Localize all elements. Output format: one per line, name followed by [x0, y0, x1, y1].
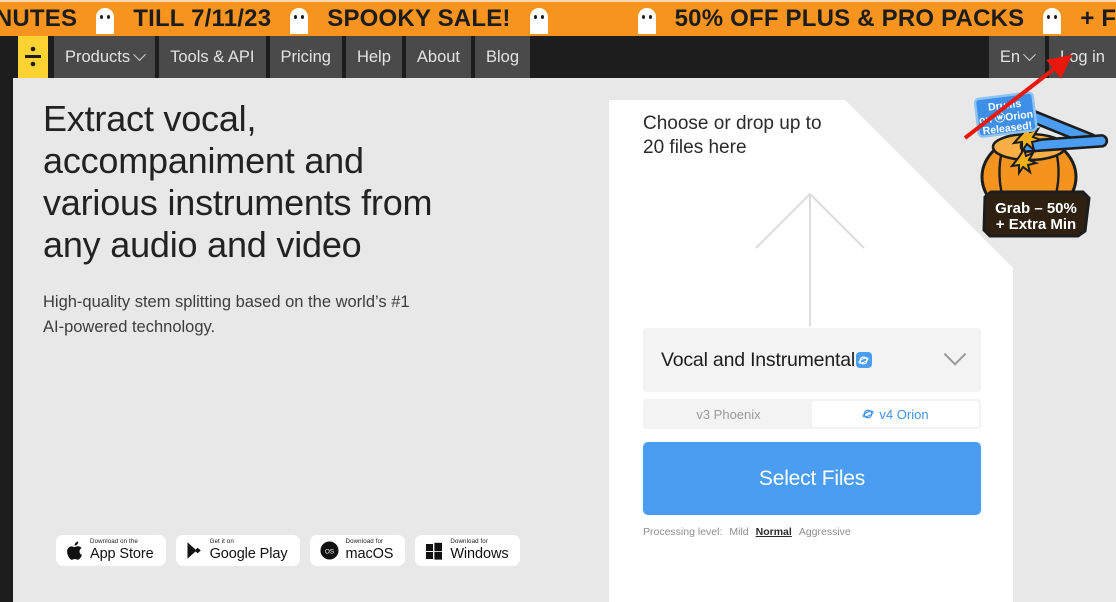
upload-card[interactable]: Choose or drop up to 20 files here Vocal… — [609, 100, 1013, 602]
nav-item-products[interactable]: Products — [54, 36, 156, 78]
page-title: Extract vocal, accompaniment and various… — [43, 98, 433, 265]
sticker-ribbon-line-1: Grab – 50% — [995, 200, 1077, 217]
stem-select[interactable]: Vocal and Instrumental — [643, 328, 981, 392]
dropzone-label: Choose or drop up to 20 files here — [643, 113, 822, 158]
orion-planet-icon — [855, 352, 872, 368]
promo-text-3: 50% OFF PLUS & PRO PACKS — [674, 5, 1025, 32]
halloween-promo-sticker[interactable]: Drums on ⓦOrion Released! Grab – 50% + E… — [963, 85, 1113, 245]
app-store-badge-small: Download on the — [90, 538, 138, 546]
page-body: Extract vocal, accompaniment and various… — [0, 78, 1116, 602]
app-store-badge[interactable]: Download on the App Store — [56, 535, 166, 566]
macos-badge-small: Download for — [345, 538, 384, 546]
nav-item-pricing[interactable]: Pricing — [269, 36, 342, 78]
nav-item-products-label: Products — [65, 47, 131, 66]
processing-option-aggressive[interactable]: Aggressive — [799, 526, 851, 538]
nav-right-group: En Log in — [985, 36, 1116, 78]
windows-badge-small: Download for — [450, 538, 489, 546]
google-play-badge-small: Get it on — [209, 538, 234, 546]
nav-item-about[interactable]: About — [405, 36, 472, 78]
nav-item-blog[interactable]: Blog — [475, 36, 531, 78]
sticker-ribbon-line-2: + Extra Min — [996, 216, 1076, 233]
macos-badge-label: macOS — [345, 546, 394, 563]
ghost-icon — [290, 7, 309, 34]
promo-banner[interactable]: INUTES TILL 7/11/23 SPOOKY SALE! 50% OFF… — [0, 0, 1116, 36]
main-navbar: Products Tools & API Pricing Help About … — [0, 36, 1116, 78]
hero-section: Extract vocal, accompaniment and various… — [43, 98, 563, 340]
google-play-icon — [186, 541, 203, 560]
version-tab-v3[interactable]: v3 Phoenix — [645, 401, 812, 427]
store-badges: Download on the App Store Get it on Goog… — [56, 535, 521, 566]
windows-badge[interactable]: Download for Windows — [415, 535, 521, 566]
nav-items: Products Tools & API Pricing Help About … — [54, 36, 534, 78]
ghost-icon — [637, 7, 656, 34]
nav-item-help[interactable]: Help — [345, 36, 402, 78]
page-root: INUTES TILL 7/11/23 SPOOKY SALE! 50% OFF… — [0, 0, 1116, 602]
ghost-icon — [529, 7, 548, 34]
processing-level: Processing level: Mild Normal Aggressive — [643, 526, 981, 538]
processing-level-label: Processing level: — [643, 526, 723, 538]
promo-banner-strip: INUTES TILL 7/11/23 SPOOKY SALE! 50% OFF… — [0, 5, 1116, 34]
upload-arrow-icon — [755, 192, 865, 326]
select-files-button[interactable]: Select Files — [643, 442, 981, 515]
language-selector[interactable]: En — [988, 36, 1046, 78]
chevron-down-icon — [943, 343, 967, 366]
processing-option-normal[interactable]: Normal — [756, 526, 792, 538]
windows-icon — [425, 542, 443, 560]
upload-controls: Vocal and Instrumental v3 Phoenix v4 Ori… — [643, 328, 981, 538]
version-tabs: v3 Phoenix v4 Orion — [643, 399, 981, 429]
windows-badge-label: Windows — [450, 546, 509, 563]
macos-badge[interactable]: OS Download for macOS — [309, 535, 406, 566]
google-play-badge[interactable]: Get it on Google Play — [175, 535, 300, 566]
hero-subtitle: High-quality stem splitting based on the… — [43, 293, 410, 336]
language-selector-label: En — [999, 47, 1021, 66]
ghost-icon — [96, 7, 115, 34]
chevron-down-icon — [133, 47, 146, 61]
promo-text-4: + FREE EXT — [1080, 5, 1116, 32]
macos-icon: OS — [320, 541, 339, 560]
google-play-badge-label: Google Play — [209, 546, 288, 563]
nav-item-tools-api[interactable]: Tools & API — [159, 36, 266, 78]
promo-text-1: TILL 7/11/23 — [133, 5, 272, 32]
version-tab-v4[interactable]: v4 Orion — [812, 401, 979, 427]
svg-text:OS: OS — [324, 548, 333, 555]
processing-option-mild[interactable]: Mild — [729, 526, 748, 538]
orion-planet-icon — [862, 407, 874, 422]
login-button[interactable]: Log in — [1049, 36, 1116, 78]
stem-select-value: Vocal and Instrumental — [661, 348, 855, 371]
chevron-down-icon — [1023, 47, 1036, 61]
apple-icon — [66, 541, 83, 561]
promo-text-2: SPOOKY SALE! — [327, 5, 511, 32]
app-store-badge-label: App Store — [90, 546, 154, 563]
promo-text-0: INUTES — [0, 5, 78, 32]
ghost-icon — [1043, 7, 1062, 34]
version-tab-v4-label: v4 Orion — [879, 406, 929, 422]
divide-logo[interactable] — [18, 36, 48, 78]
